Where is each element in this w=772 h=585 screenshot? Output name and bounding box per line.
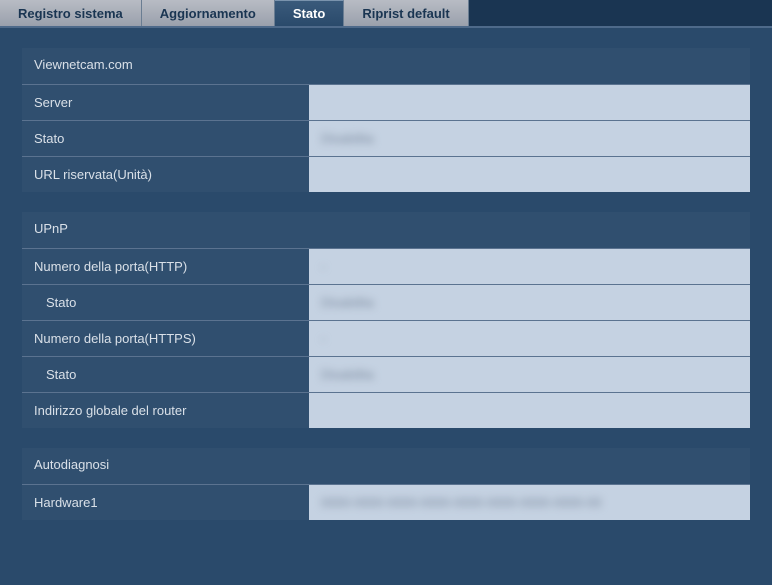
value-https-stato: Disabilita — [309, 357, 750, 392]
label-http-port: Numero della porta(HTTP) — [22, 249, 309, 284]
label-http-stato: Stato — [22, 285, 309, 320]
row-server: Server — [22, 84, 750, 120]
value-url-riservata — [309, 157, 750, 192]
tab-bar: Registro sistema Aggiornamento Stato Rip… — [0, 0, 772, 28]
value-router-addr — [309, 393, 750, 428]
row-url-riservata: URL riservata(Unità) — [22, 156, 750, 192]
row-stato-vnc: Stato Disabilita — [22, 120, 750, 156]
label-url-riservata: URL riservata(Unità) — [22, 157, 309, 192]
section-header-viewnetcam: Viewnetcam.com — [22, 48, 750, 84]
label-https-stato: Stato — [22, 357, 309, 392]
row-hardware1: Hardware1 0000-0000-0000-0000-0000-0000-… — [22, 484, 750, 520]
tab-stato[interactable]: Stato — [275, 0, 345, 26]
tab-spacer — [469, 0, 772, 26]
label-server: Server — [22, 85, 309, 120]
value-hardware1: 0000-0000-0000-0000-0000-0000-0000-0000-… — [309, 485, 750, 520]
content-area: Viewnetcam.com Server Stato Disabilita U… — [0, 28, 772, 560]
label-hardware1: Hardware1 — [22, 485, 309, 520]
label-router-addr: Indirizzo globale del router — [22, 393, 309, 428]
tab-registro-sistema[interactable]: Registro sistema — [0, 0, 142, 26]
label-stato-vnc: Stato — [22, 121, 309, 156]
label-https-port: Numero della porta(HTTPS) — [22, 321, 309, 356]
row-https-stato: Stato Disabilita — [22, 356, 750, 392]
value-http-port: - — [309, 249, 750, 284]
section-autodiagnosi: Autodiagnosi Hardware1 0000-0000-0000-00… — [22, 448, 750, 520]
row-router-addr: Indirizzo globale del router — [22, 392, 750, 428]
row-https-port: Numero della porta(HTTPS) - — [22, 320, 750, 356]
value-http-stato: Disabilita — [309, 285, 750, 320]
value-server — [309, 85, 750, 120]
section-upnp: UPnP Numero della porta(HTTP) - Stato Di… — [22, 212, 750, 428]
row-http-stato: Stato Disabilita — [22, 284, 750, 320]
section-header-upnp: UPnP — [22, 212, 750, 248]
section-viewnetcam: Viewnetcam.com Server Stato Disabilita U… — [22, 48, 750, 192]
tab-riprist-default[interactable]: Riprist default — [344, 0, 468, 26]
row-http-port: Numero della porta(HTTP) - — [22, 248, 750, 284]
section-header-autodiagnosi: Autodiagnosi — [22, 448, 750, 484]
value-https-port: - — [309, 321, 750, 356]
value-stato-vnc: Disabilita — [309, 121, 750, 156]
tab-aggiornamento[interactable]: Aggiornamento — [142, 0, 275, 26]
